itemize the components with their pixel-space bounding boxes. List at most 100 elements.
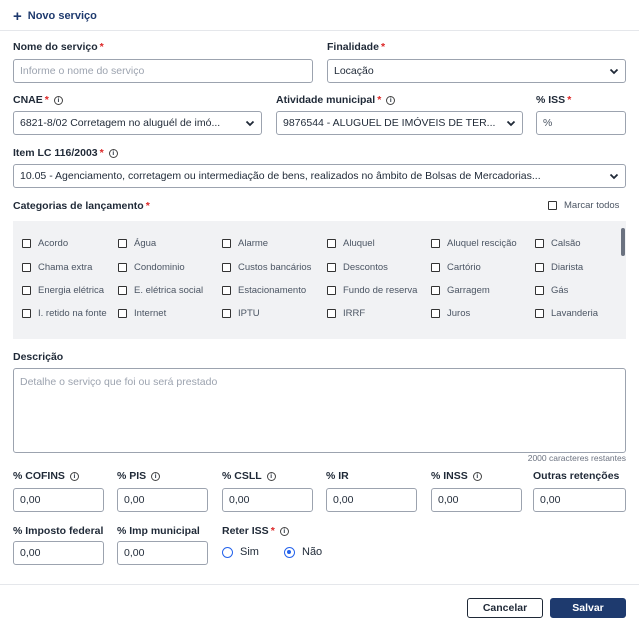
checkbox[interactable]: [431, 286, 440, 295]
category-checkbox[interactable]: Aluquel: [327, 238, 375, 249]
category-checkbox[interactable]: Cartório: [431, 262, 481, 273]
checkbox[interactable]: [118, 309, 127, 318]
footer-divider: [0, 584, 639, 585]
description-textarea[interactable]: Detalhe o serviço que foi ou será presta…: [13, 368, 626, 453]
checkbox[interactable]: [431, 263, 440, 272]
category-checkbox[interactable]: Aluquel rescição: [431, 238, 517, 249]
checkbox[interactable]: [535, 286, 544, 295]
csll-input[interactable]: 0,00: [222, 488, 313, 512]
info-icon: i: [69, 471, 79, 481]
pis-input[interactable]: 0,00: [117, 488, 208, 512]
category-checkbox[interactable]: Alarme: [222, 238, 268, 249]
service-name-label: Nome do serviço *: [13, 41, 104, 53]
csll-label: % CSLL i: [222, 470, 276, 482]
retain-iss-no-radio[interactable]: Não: [284, 546, 322, 558]
category-checkbox[interactable]: Custos bancários: [222, 262, 311, 273]
retain-iss-yes-radio[interactable]: Sim: [222, 546, 259, 558]
cofins-input[interactable]: 0,00: [13, 488, 104, 512]
service-name-input[interactable]: Informe o nome do serviço: [13, 59, 313, 83]
iss-label: % ISS *: [536, 94, 572, 106]
inss-input[interactable]: 0,00: [431, 488, 522, 512]
ir-label: % IR: [326, 470, 349, 482]
municipal-tax-label: % Imp municipal: [117, 525, 200, 537]
category-checkbox[interactable]: Gás: [535, 285, 568, 296]
checkbox[interactable]: [118, 286, 127, 295]
category-checkbox[interactable]: Estacionamento: [222, 285, 306, 296]
purpose-label: Finalidade *: [327, 41, 386, 53]
category-checkbox[interactable]: I. retido na fonte: [22, 308, 107, 319]
info-icon: i: [266, 471, 276, 481]
category-checkbox[interactable]: Acordo: [22, 238, 68, 249]
checkbox[interactable]: [327, 263, 336, 272]
checkbox[interactable]: [535, 263, 544, 272]
categories-scrollbar[interactable]: [621, 228, 625, 256]
cofins-label: % COFINS i: [13, 470, 79, 482]
save-button[interactable]: Salvar: [550, 598, 626, 618]
checkbox[interactable]: [22, 263, 31, 272]
category-checkbox[interactable]: Descontos: [327, 262, 388, 273]
info-icon: i: [151, 471, 161, 481]
item-lc-label: Item LC 116/2003 * i: [13, 147, 118, 159]
new-service-label: Novo serviço: [27, 10, 97, 22]
chevron-down-icon: [609, 68, 619, 75]
category-checkbox[interactable]: Internet: [118, 308, 166, 319]
checkbox[interactable]: [222, 309, 231, 318]
checkbox[interactable]: [535, 239, 544, 248]
ir-input[interactable]: 0,00: [326, 488, 417, 512]
municipal-tax-input[interactable]: 0,00: [117, 541, 208, 565]
federal-tax-label: % Imposto federal: [13, 525, 104, 537]
municipal-activity-select[interactable]: 9876544 - ALUGUEL DE IMÓVEIS DE TER...: [276, 111, 523, 135]
checkbox[interactable]: [548, 201, 557, 210]
radio-circle-selected[interactable]: [284, 546, 295, 558]
category-checkbox[interactable]: Lavanderia: [535, 308, 598, 319]
info-icon: i: [108, 148, 118, 158]
category-checkbox[interactable]: Garragem: [431, 285, 490, 296]
plus-icon: +: [13, 7, 22, 25]
checkbox[interactable]: [431, 309, 440, 318]
checkbox[interactable]: [535, 309, 544, 318]
category-checkbox[interactable]: Calsão: [535, 238, 581, 249]
cancel-button[interactable]: Cancelar: [467, 598, 543, 618]
chevron-down-icon: [506, 120, 516, 127]
new-service-link[interactable]: + Novo serviço: [13, 7, 97, 25]
info-icon: i: [279, 526, 289, 536]
cnae-select[interactable]: 6821-8/02 Corretagem no aluguél de imó..…: [13, 111, 262, 135]
pis-label: % PIS i: [117, 470, 161, 482]
info-icon: i: [53, 95, 63, 105]
description-label: Descrição: [13, 351, 64, 363]
checkbox[interactable]: [222, 263, 231, 272]
radio-circle[interactable]: [222, 546, 233, 558]
checkbox[interactable]: [431, 239, 440, 248]
purpose-select[interactable]: Locação: [327, 59, 626, 83]
checkbox[interactable]: [118, 263, 127, 272]
checkbox[interactable]: [327, 309, 336, 318]
category-checkbox[interactable]: Condominio: [118, 262, 185, 273]
checkbox[interactable]: [327, 286, 336, 295]
category-checkbox[interactable]: Diarista: [535, 262, 583, 273]
checkbox[interactable]: [222, 239, 231, 248]
item-lc-select[interactable]: 10.05 - Agenciamento, corretagem ou inte…: [13, 164, 626, 188]
top-divider: [0, 30, 639, 31]
category-checkbox[interactable]: Juros: [431, 308, 470, 319]
iss-input[interactable]: %: [536, 111, 626, 135]
checkbox[interactable]: [118, 239, 127, 248]
checkbox[interactable]: [22, 309, 31, 318]
category-checkbox[interactable]: Água: [118, 238, 156, 249]
federal-tax-input[interactable]: 0,00: [13, 541, 104, 565]
category-checkbox[interactable]: IRRF: [327, 308, 365, 319]
retain-iss-label: Reter ISS * i: [222, 525, 289, 537]
checkbox[interactable]: [222, 286, 231, 295]
char-counter: 2000 caracteres restantes: [527, 453, 626, 463]
select-all-checkbox[interactable]: Marcar todos: [548, 200, 619, 211]
category-checkbox[interactable]: Chama extra: [22, 262, 92, 273]
checkbox[interactable]: [22, 286, 31, 295]
category-checkbox[interactable]: E. elétrica social: [118, 285, 203, 296]
other-retentions-input[interactable]: 0,00: [533, 488, 626, 512]
category-checkbox[interactable]: Energia elétrica: [22, 285, 104, 296]
checkbox[interactable]: [22, 239, 31, 248]
inss-label: % INSS i: [431, 470, 482, 482]
other-retentions-label: Outras retenções: [533, 470, 620, 482]
category-checkbox[interactable]: Fundo de reserva: [327, 285, 417, 296]
checkbox[interactable]: [327, 239, 336, 248]
category-checkbox[interactable]: IPTU: [222, 308, 260, 319]
